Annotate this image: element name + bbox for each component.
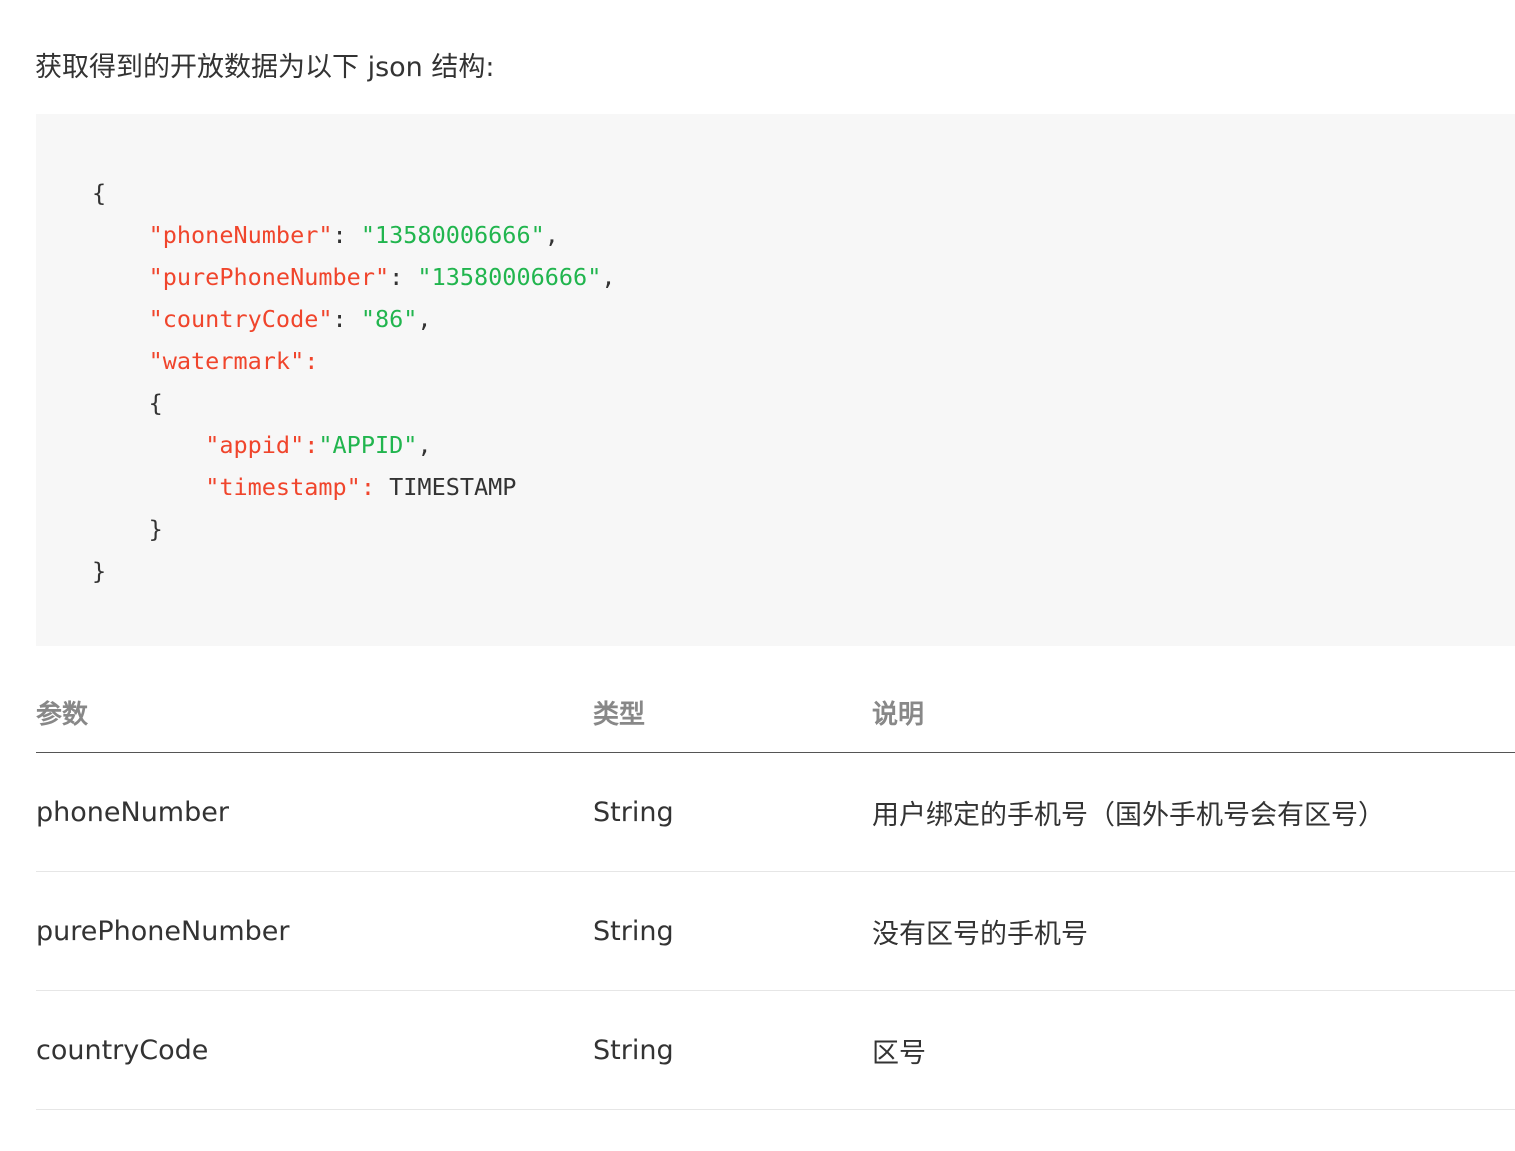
code-line: "phoneNumber": "13580006666",	[92, 214, 616, 256]
cell-desc: 区号	[872, 990, 1515, 1110]
header-desc: 说明	[872, 672, 1515, 753]
cell-desc: 用户绑定的手机号（国外手机号会有区号）	[872, 752, 1515, 872]
code-punct: {	[92, 389, 163, 417]
cell-type: String	[593, 990, 872, 1110]
code-punct: TIMESTAMP	[389, 473, 517, 501]
code-punct: }	[92, 515, 163, 543]
code-key: :	[304, 347, 319, 375]
code-punct: {	[92, 179, 107, 207]
code-line: "purePhoneNumber": "13580006666",	[92, 256, 616, 298]
cell-type: String	[593, 871, 872, 991]
code-punct	[92, 431, 205, 459]
code-punct	[92, 305, 149, 333]
code-line: "appid":"APPID",	[92, 424, 616, 466]
code-line: "countryCode": "86",	[92, 298, 616, 340]
code-line: "watermark":	[92, 340, 616, 382]
code-punct: ,	[544, 221, 559, 249]
code-key: "watermark"	[148, 347, 305, 375]
code-string: "APPID"	[318, 431, 418, 459]
json-code: { "phoneNumber": "13580006666", "purePho…	[92, 172, 616, 592]
code-punct: ,	[417, 431, 432, 459]
cell-type: String	[593, 752, 872, 872]
header-param: 参数	[36, 672, 593, 753]
cell-param: countryCode	[36, 990, 593, 1110]
code-key: :	[360, 473, 390, 501]
code-punct	[92, 221, 149, 249]
code-line: {	[92, 172, 616, 214]
code-punct	[92, 263, 149, 291]
code-line: "timestamp": TIMESTAMP	[92, 466, 616, 508]
code-line: }	[92, 550, 616, 592]
table-header-row: 参数 类型 说明	[36, 672, 1515, 753]
code-string: "13580006666"	[417, 263, 602, 291]
code-key: "countryCode"	[148, 305, 333, 333]
table-row: countryCode String 区号	[36, 990, 1515, 1110]
table-row: purePhoneNumber String 没有区号的手机号	[36, 871, 1515, 991]
code-punct: }	[92, 557, 107, 585]
code-key: "appid"	[205, 431, 305, 459]
code-punct: :	[389, 263, 418, 291]
code-string: "13580006666"	[360, 221, 545, 249]
code-punct: :	[332, 221, 361, 249]
header-type: 类型	[593, 672, 872, 753]
code-line: }	[92, 508, 616, 550]
code-key: "purePhoneNumber"	[148, 263, 390, 291]
code-punct	[92, 347, 149, 375]
code-punct	[92, 473, 205, 501]
code-key: "phoneNumber"	[148, 221, 333, 249]
table-row: phoneNumber String 用户绑定的手机号（国外手机号会有区号）	[36, 752, 1515, 872]
code-punct: :	[332, 305, 361, 333]
cell-desc: 没有区号的手机号	[872, 871, 1515, 991]
cell-param: phoneNumber	[36, 752, 593, 872]
params-table: 参数 类型 说明 phoneNumber String 用户绑定的手机号（国外手…	[36, 672, 1515, 1110]
code-punct: ,	[601, 263, 616, 291]
code-string: "86"	[360, 305, 418, 333]
code-key: :	[304, 431, 319, 459]
cell-param: purePhoneNumber	[36, 871, 593, 991]
code-line: {	[92, 382, 616, 424]
intro-text: 获取得到的开放数据为以下 json 结构:	[35, 52, 495, 83]
code-key: "timestamp"	[205, 473, 361, 501]
code-block: { "phoneNumber": "13580006666", "purePho…	[36, 114, 1515, 646]
code-punct: ,	[417, 305, 432, 333]
